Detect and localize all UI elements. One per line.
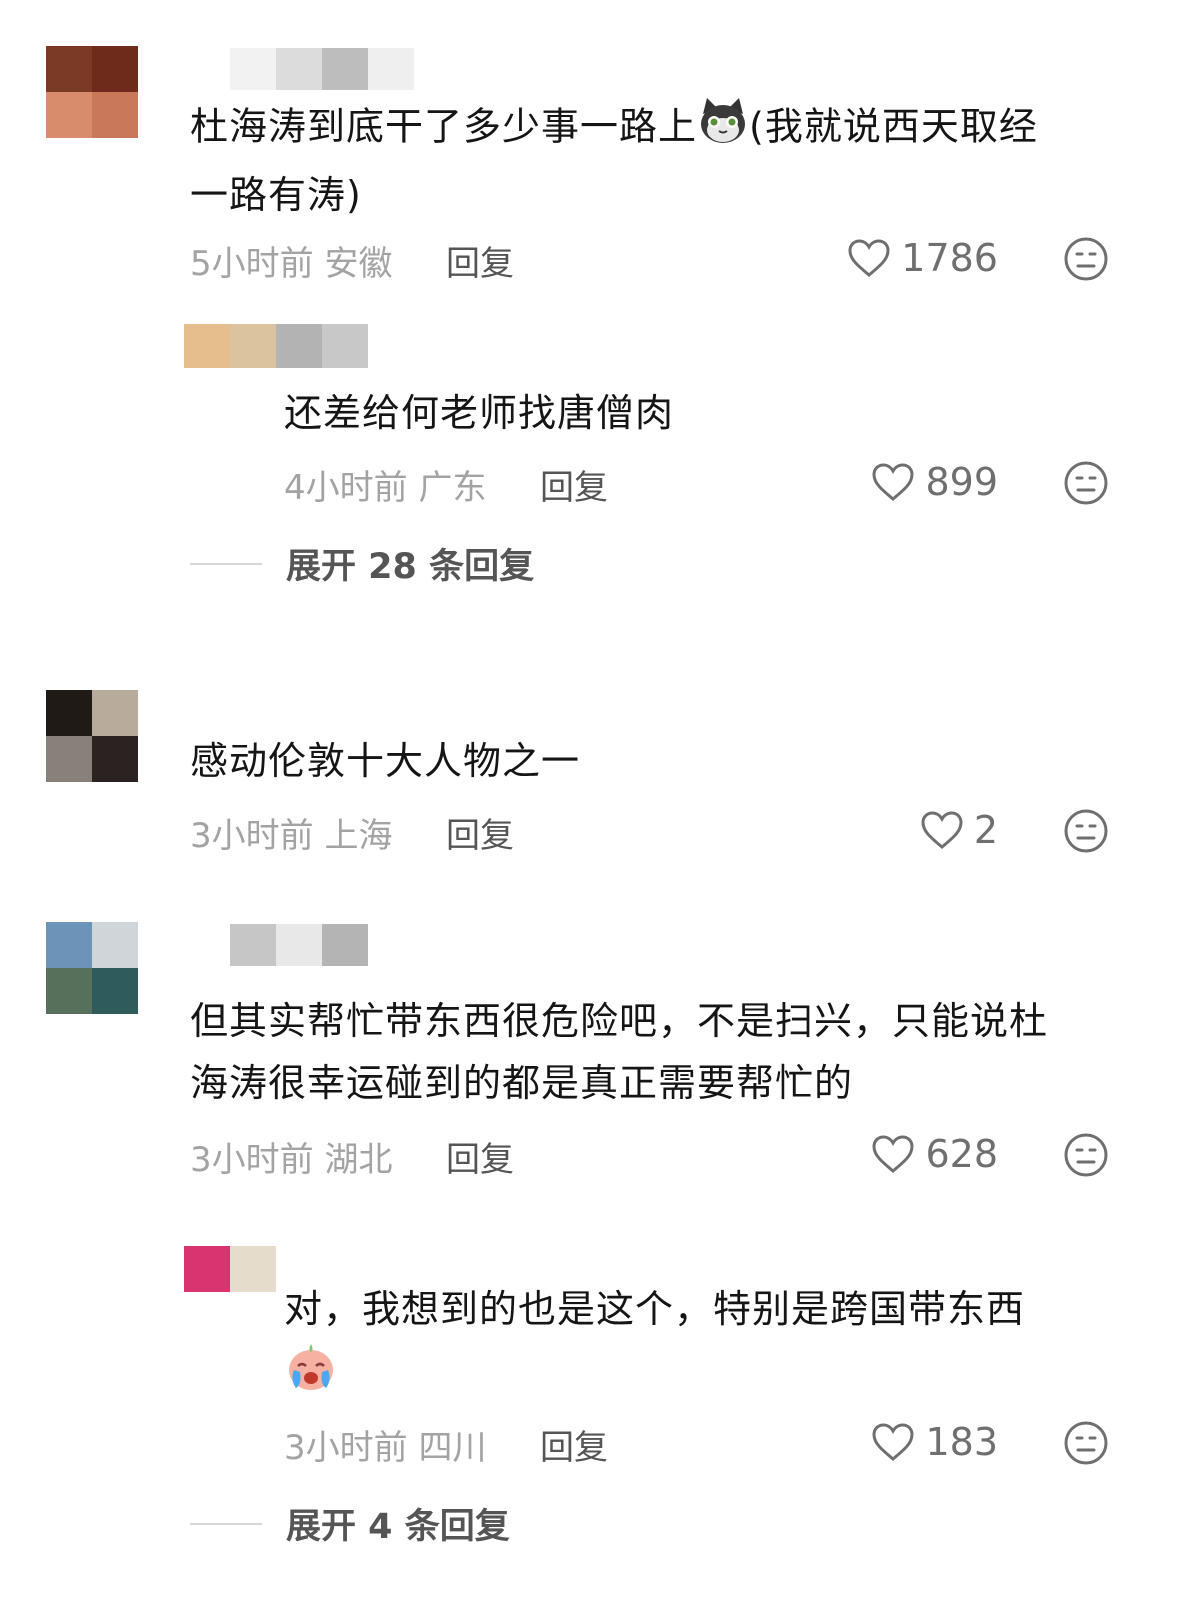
neutral-face-icon[interactable] (1063, 460, 1109, 506)
heart-outline-icon (872, 463, 914, 501)
neutral-face-icon[interactable] (1063, 236, 1109, 282)
neutral-face-icon[interactable] (1063, 1420, 1109, 1466)
comment-time-location: 5小时前 安徽 (190, 244, 393, 284)
heart-outline-icon (848, 239, 890, 277)
like-count: 628 (925, 1132, 998, 1176)
like-button[interactable]: 628 (871, 1132, 998, 1176)
comment-text: 但其实帮忙带东西很危险吧，不是扫兴，只能说杜 海涛很幸运碰到的都是真正需要帮忙的 (190, 999, 1049, 1105)
like-count: 183 (925, 1420, 998, 1464)
reply-avatar-username-blurred[interactable] (184, 324, 368, 368)
expand-replies-button[interactable]: 展开 4 条回复 (190, 1498, 510, 1549)
comment-text: 杜海涛到底干了多少事一路上 (我就说西天取经 一路有涛) (190, 94, 1120, 226)
heart-outline-icon (921, 811, 963, 849)
reply-text: 还差给何老师找唐僧肉 (284, 391, 675, 435)
avatar[interactable] (46, 46, 138, 138)
like-count: 2 (973, 808, 998, 852)
crying-emoji (284, 1340, 338, 1412)
expand-divider (190, 1522, 262, 1525)
reply-time-location: 3小时前 四川 (284, 1428, 487, 1468)
expand-divider (190, 562, 262, 565)
neutral-face-icon[interactable] (1063, 808, 1109, 854)
neutral-face-icon[interactable] (1063, 1132, 1109, 1178)
comment-text: 感动伦敦十大人物之一 (190, 739, 581, 783)
heart-outline-icon (872, 1135, 914, 1173)
reply-time-location: 4小时前 广东 (284, 468, 487, 508)
reply-button[interactable]: 回复 (446, 1132, 514, 1181)
like-button[interactable]: 2 (920, 808, 998, 852)
cat-emoji (697, 94, 749, 164)
like-button[interactable]: 899 (871, 460, 998, 504)
like-button[interactable]: 1786 (847, 236, 998, 280)
expand-label: 展开 4 条回复 (286, 1507, 510, 1547)
reply-button[interactable]: 回复 (540, 460, 608, 509)
reply-button[interactable]: 回复 (446, 236, 514, 285)
avatar[interactable] (46, 690, 138, 782)
reply-button[interactable]: 回复 (540, 1420, 608, 1469)
expand-replies-button[interactable]: 展开 28 条回复 (190, 538, 534, 589)
like-count: 899 (925, 460, 998, 504)
heart-outline-icon (872, 1423, 914, 1461)
comment-time-location: 3小时前 湖北 (190, 1140, 393, 1180)
reply-text: 对，我想到的也是这个，特别是跨国带东西 (284, 1278, 1144, 1412)
like-count: 1786 (901, 236, 998, 280)
reply-button[interactable]: 回复 (446, 808, 514, 857)
username-blurred[interactable] (230, 924, 368, 966)
username-blurred[interactable] (230, 48, 414, 90)
reply-avatar[interactable] (184, 1246, 276, 1292)
avatar[interactable] (46, 922, 138, 1014)
expand-label: 展开 28 条回复 (286, 547, 535, 587)
comment-time-location: 3小时前 上海 (190, 816, 393, 856)
like-button[interactable]: 183 (871, 1420, 998, 1464)
